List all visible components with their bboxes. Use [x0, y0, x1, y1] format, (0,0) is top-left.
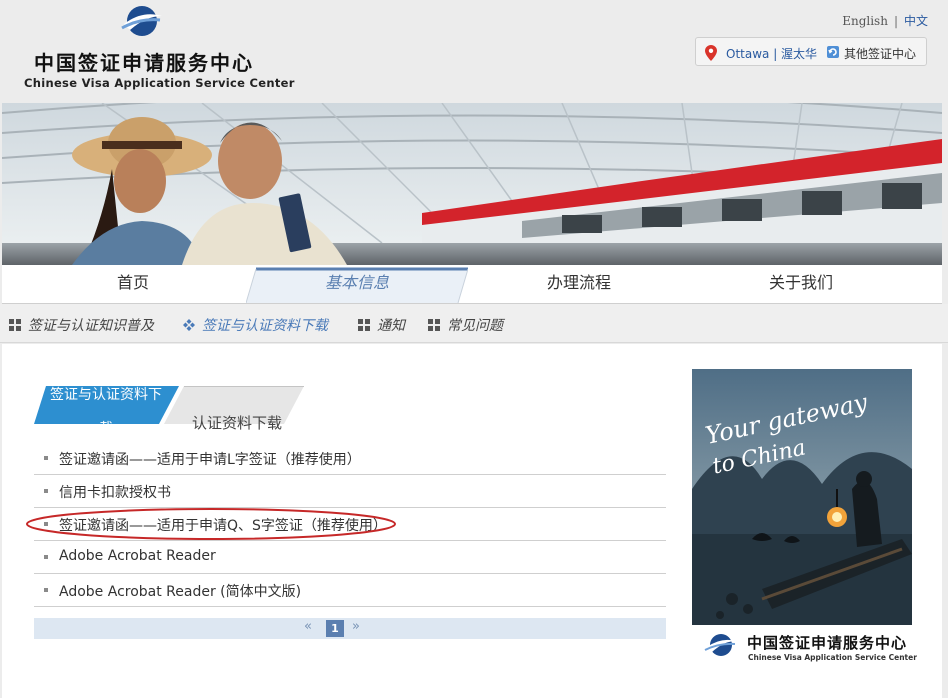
- subnav-item-knowledge[interactable]: 签证与认证知识普及: [9, 315, 154, 335]
- tab-certification-downloads[interactable]: 认证资料下载: [192, 412, 282, 433]
- pager-page-1[interactable]: 1: [326, 620, 344, 637]
- current-city-link[interactable]: Ottawa | 渥太华: [726, 45, 817, 62]
- bullet: [44, 588, 48, 592]
- grid-icon: [428, 319, 440, 331]
- bullet: [44, 456, 48, 460]
- center-selector: Ottawa | 渥太华 其他签证中心: [695, 37, 927, 66]
- globe-logo-icon: [704, 634, 736, 656]
- bullet: [44, 555, 48, 559]
- subnav-item-notices[interactable]: 通知: [358, 315, 405, 335]
- subnav-item-downloads[interactable]: 签证与认证资料下载: [183, 315, 328, 335]
- header: 中国签证申请服务中心 Chinese Visa Application Serv…: [0, 0, 948, 103]
- content-area: 签证与认证资料下载 认证资料下载 签证邀请函——适用于申请L字签证（推荐使用） …: [2, 344, 942, 698]
- subnav-label: 签证与认证知识普及: [28, 318, 154, 334]
- list-item[interactable]: Adobe Acrobat Reader (简体中文版): [34, 574, 666, 607]
- diamond-grid-icon: [183, 319, 195, 331]
- pager-next-button[interactable]: »: [352, 619, 360, 634]
- download-link[interactable]: Adobe Acrobat Reader (简体中文版): [59, 581, 301, 601]
- other-centers-link[interactable]: 其他签证中心: [844, 45, 916, 62]
- language-switcher: English | 中文: [842, 12, 928, 29]
- download-link[interactable]: 签证邀请函——适用于申请L字签证（推荐使用）: [59, 449, 361, 469]
- subnav-label: 签证与认证资料下载: [202, 318, 328, 334]
- download-link[interactable]: 信用卡扣款授权书: [59, 482, 171, 502]
- nav-home[interactable]: 首页: [22, 265, 244, 303]
- subnav-item-faq[interactable]: 常见问题: [428, 315, 503, 335]
- location-pin-icon: [705, 45, 717, 61]
- grid-icon: [358, 319, 370, 331]
- red-highlight-annotation: [26, 508, 396, 540]
- banner-image: [2, 103, 942, 265]
- download-link[interactable]: Adobe Acrobat Reader: [59, 548, 216, 564]
- refresh-icon: [827, 46, 839, 58]
- nav-basic-info[interactable]: 基本信息: [246, 265, 468, 303]
- subnav-label: 通知: [377, 318, 405, 334]
- list-item[interactable]: 信用卡扣款授权书: [34, 475, 666, 508]
- list-item[interactable]: 签证邀请函——适用于申请L字签证（推荐使用）: [34, 442, 666, 475]
- tab-downloads-active[interactable]: 签证与认证资料下载: [46, 378, 166, 446]
- subnav-label: 常见问题: [447, 318, 503, 334]
- list-item[interactable]: Adobe Acrobat Reader: [34, 541, 666, 574]
- logo-text-en[interactable]: Chinese Visa Application Service Center: [24, 76, 295, 90]
- nav-about-us[interactable]: 关于我们: [690, 265, 912, 303]
- promo-logo-text-en: Chinese Visa Application Service Center: [748, 653, 917, 662]
- nav-process[interactable]: 办理流程: [468, 265, 690, 303]
- pager-prev-button[interactable]: «: [304, 619, 312, 634]
- hero-banner: [2, 103, 942, 265]
- promo-image[interactable]: Your gateway to China: [692, 369, 912, 625]
- logo-text-cn[interactable]: 中国签证申请服务中心: [34, 47, 254, 76]
- pagination: « 1 »: [34, 618, 666, 639]
- sub-nav: 签证与认证知识普及 签证与认证资料下载 通知 常见问题: [0, 304, 948, 343]
- lang-english-link[interactable]: English: [842, 14, 888, 28]
- main-nav: 首页 基本信息 办理流程 关于我们: [2, 265, 942, 304]
- grid-icon: [9, 319, 21, 331]
- lang-chinese-link[interactable]: 中文: [904, 14, 928, 28]
- globe-logo-icon[interactable]: [120, 4, 164, 38]
- promo-logo-text-cn: 中国签证申请服务中心: [747, 634, 908, 652]
- lang-separator: |: [893, 14, 898, 28]
- bullet: [44, 489, 48, 493]
